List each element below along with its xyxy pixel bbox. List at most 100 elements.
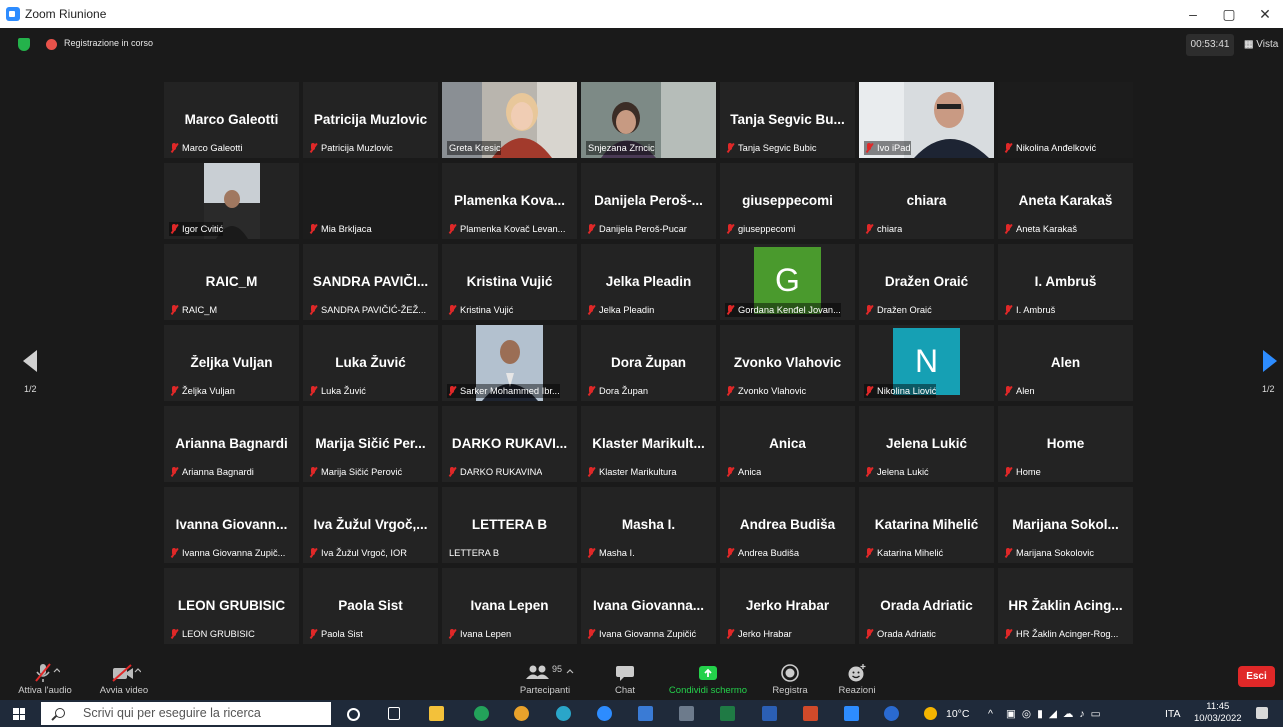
file-explorer-icon[interactable] xyxy=(429,706,444,721)
task-view-icon[interactable] xyxy=(388,707,400,720)
participant-tile[interactable]: RAIC_M RAIC_M xyxy=(164,244,299,320)
participant-tile[interactable]: Dora Župan Dora Župan xyxy=(581,325,716,401)
taskbar-search-box[interactable]: Scrivi qui per eseguire la ricerca xyxy=(41,702,331,725)
photos-icon[interactable] xyxy=(638,706,653,721)
participant-tile[interactable]: Plamenka Kova... Plamenka Kovač Levan... xyxy=(442,163,577,239)
participant-name-text: Marija Sičić Perović xyxy=(321,467,403,477)
participant-tile[interactable]: Iva Žužul Vrgoč,... Iva Žužul Vrgoč, IOR xyxy=(303,487,438,563)
participant-tile[interactable]: SANDRA PAVIČI... SANDRA PAVIČIĆ-ŽEŽ... xyxy=(303,244,438,320)
excel-icon[interactable] xyxy=(720,706,735,721)
participant-tile[interactable]: N Nikolina Liović xyxy=(859,325,994,401)
participant-tile[interactable]: Igor Cvitić xyxy=(164,163,299,239)
participant-tile[interactable]: Sarker Mohammed Ibr... xyxy=(442,325,577,401)
participant-tile[interactable]: Ivana Giovanna... Ivana Giovanna Zupičić xyxy=(581,568,716,644)
participant-tile[interactable]: Željka Vuljan Željka Vuljan xyxy=(164,325,299,401)
participant-display-name: Klaster Marikult... xyxy=(592,436,705,451)
participant-tile[interactable]: LEON GRUBISIC LEON GRUBISIC xyxy=(164,568,299,644)
participants-button[interactable]: 95 Partecipanti xyxy=(500,657,590,700)
minimize-button[interactable]: – xyxy=(1176,4,1210,24)
participant-name-label: Tanja Segvic Bubic xyxy=(725,141,817,155)
leave-meeting-button[interactable]: Esci xyxy=(1238,666,1275,687)
unmute-audio-button[interactable]: Attiva l'audio xyxy=(14,657,76,700)
participant-name-label: I. Ambruš xyxy=(1003,303,1055,317)
participant-tile[interactable]: Home Home xyxy=(998,406,1133,482)
video-off-icon xyxy=(112,664,141,682)
participant-tile[interactable]: Ivana Lepen Ivana Lepen xyxy=(442,568,577,644)
participant-tile[interactable]: Katarina Mihelić Katarina Mihelić xyxy=(859,487,994,563)
participant-tile[interactable]: Luka Žuvić Luka Žuvić xyxy=(303,325,438,401)
word-icon[interactable] xyxy=(762,706,777,721)
participant-tile[interactable]: Jelena Lukić Jelena Lukić xyxy=(859,406,994,482)
participant-tile[interactable]: DARKO RUKAVI... DARKO RUKAVINA xyxy=(442,406,577,482)
participant-tile[interactable]: Tanja Segvic Bu... Tanja Segvic Bubic xyxy=(720,82,855,158)
cortana-icon[interactable] xyxy=(347,708,360,721)
powerpoint-icon[interactable] xyxy=(803,706,818,721)
participant-tile[interactable]: Dražen Oraić Dražen Oraić xyxy=(859,244,994,320)
participant-tile[interactable]: Nikolina Anđelković xyxy=(998,82,1133,158)
weather-temperature[interactable]: 10°C xyxy=(946,708,969,720)
view-button[interactable]: ▦ Vista xyxy=(1244,39,1278,50)
record-button[interactable]: Registra xyxy=(762,657,818,700)
participant-name-label: Arianna Bagnardi xyxy=(169,465,254,479)
participant-name-text: Luka Žuvić xyxy=(321,386,366,396)
muted-mic-icon xyxy=(309,224,317,234)
participant-tile[interactable]: Aneta Karakaš Aneta Karakaš xyxy=(998,163,1133,239)
next-page-arrow-icon[interactable] xyxy=(1263,350,1277,372)
participant-tile[interactable]: Anica Anica xyxy=(720,406,855,482)
participant-tile[interactable]: Kristina Vujić Kristina Vujić xyxy=(442,244,577,320)
recording-icon[interactable] xyxy=(46,39,57,50)
participant-tile[interactable]: Paola Sist Paola Sist xyxy=(303,568,438,644)
windows-start-icon[interactable] xyxy=(13,708,25,720)
weather-sun-icon[interactable] xyxy=(924,707,937,720)
participant-tile[interactable]: Jerko Hrabar Jerko Hrabar xyxy=(720,568,855,644)
zoom-taskbar-icon[interactable] xyxy=(844,706,859,721)
taskbar-clock[interactable]: 11:45 10/03/2022 xyxy=(1194,701,1242,725)
app-green-icon[interactable] xyxy=(474,706,489,721)
participant-tile[interactable]: LETTERA B LETTERA B xyxy=(442,487,577,563)
help-icon[interactable] xyxy=(884,706,899,721)
participant-tile[interactable]: Alen Alen xyxy=(998,325,1133,401)
participant-tile[interactable]: Mia Brkljaca xyxy=(303,163,438,239)
participant-tile[interactable]: Ivanna Giovann... Ivanna Giovanna Zupič..… xyxy=(164,487,299,563)
participant-tile[interactable]: G Gordana Kenđel Jovan... xyxy=(720,244,855,320)
participant-tile[interactable]: chiara chiara xyxy=(859,163,994,239)
edge-icon[interactable] xyxy=(556,706,571,721)
system-tray-icons[interactable]: ▣◎▮◢☁♪▭ xyxy=(1006,708,1107,720)
restore-button[interactable]: ▢ xyxy=(1212,4,1246,24)
participant-tile[interactable]: Greta Kresic xyxy=(442,82,577,158)
window-title: Zoom Riunione xyxy=(25,7,107,21)
participant-display-name: Jelka Pleadin xyxy=(605,274,692,289)
input-language[interactable]: ITA xyxy=(1165,708,1181,720)
chrome-icon[interactable] xyxy=(514,706,529,721)
security-shield-icon[interactable] xyxy=(18,38,30,51)
participant-tile[interactable]: Patricija Muzlovic Patricija Muzlovic xyxy=(303,82,438,158)
notifications-icon[interactable] xyxy=(1256,707,1268,719)
participant-tile[interactable]: Marco Galeotti Marco Galeotti xyxy=(164,82,299,158)
participant-tile[interactable]: Marija Sičić Per... Marija Sičić Perović xyxy=(303,406,438,482)
participant-tile[interactable]: giuseppecomi giuseppecomi xyxy=(720,163,855,239)
chat-button[interactable]: Chat xyxy=(600,657,650,700)
participant-tile[interactable]: Marijana Sokol... Marijana Sokolovic xyxy=(998,487,1133,563)
previous-page-arrow-icon[interactable] xyxy=(23,350,37,372)
close-window-button[interactable]: ✕ xyxy=(1248,4,1282,24)
browser-icon[interactable] xyxy=(597,706,612,721)
reactions-button[interactable]: Reazioni xyxy=(828,657,886,700)
participant-tile[interactable]: Arianna Bagnardi Arianna Bagnardi xyxy=(164,406,299,482)
tray-expand-icon[interactable]: ^ xyxy=(988,708,993,720)
participant-tile[interactable]: Zvonko Vlahovic Zvonko Vlahovic xyxy=(720,325,855,401)
participant-tile[interactable]: Masha I. Masha I. xyxy=(581,487,716,563)
participant-tile[interactable]: Danijela Peroš-... Danijela Peroš-Pucar xyxy=(581,163,716,239)
participant-tile[interactable]: Snjezana Zrncic xyxy=(581,82,716,158)
participant-tile[interactable]: Andrea Budiša Andrea Budiša xyxy=(720,487,855,563)
start-video-button[interactable]: Avvia video xyxy=(92,657,156,700)
calculator-icon[interactable] xyxy=(679,706,694,721)
view-label: Vista xyxy=(1256,39,1279,50)
participant-tile[interactable]: Orada Adriatic Orada Adriatic xyxy=(859,568,994,644)
participant-tile[interactable]: I. Ambruš I. Ambruš xyxy=(998,244,1133,320)
participant-tile[interactable]: Klaster Marikult... Klaster Marikultura xyxy=(581,406,716,482)
participant-tile[interactable]: Jelka Pleadin Jelka Pleadin xyxy=(581,244,716,320)
muted-mic-icon xyxy=(309,386,317,396)
participant-tile[interactable]: HR Žaklin Acing... HR Žaklin Acinger-Rog.… xyxy=(998,568,1133,644)
share-screen-button[interactable]: Condividi schermo xyxy=(660,657,756,700)
participant-tile[interactable]: Ivo iPad xyxy=(859,82,994,158)
